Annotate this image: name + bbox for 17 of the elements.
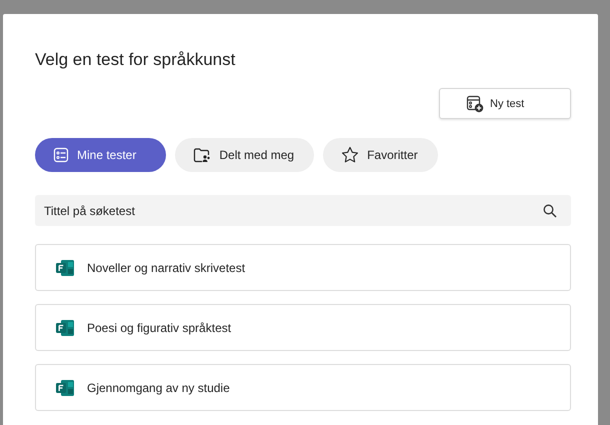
tab[interactable]: Favoritter [323, 138, 438, 172]
test-list-item[interactable]: Noveller og narrativ skrivetest [35, 244, 571, 291]
forms-icon [55, 258, 75, 276]
tab[interactable]: Delt med meg [175, 138, 314, 172]
test-list-item[interactable]: Poesi og figurativ språktest [35, 304, 571, 351]
new-test-button[interactable]: Ny test [439, 88, 571, 119]
form-add-icon [466, 94, 484, 112]
forms-icon [55, 378, 75, 396]
star-icon [341, 146, 360, 164]
search-icon [543, 204, 557, 218]
tab[interactable]: Mine tester [35, 138, 166, 172]
search-field[interactable]: Tittel på søketest [35, 195, 571, 226]
list-icon [53, 147, 69, 163]
forms-icon [55, 318, 75, 336]
dialog-title: Velg en test for språkkunst [35, 50, 236, 70]
test-list-item[interactable]: Gjennomgang av ny studie [35, 364, 571, 411]
shared-folder-icon [193, 147, 212, 163]
